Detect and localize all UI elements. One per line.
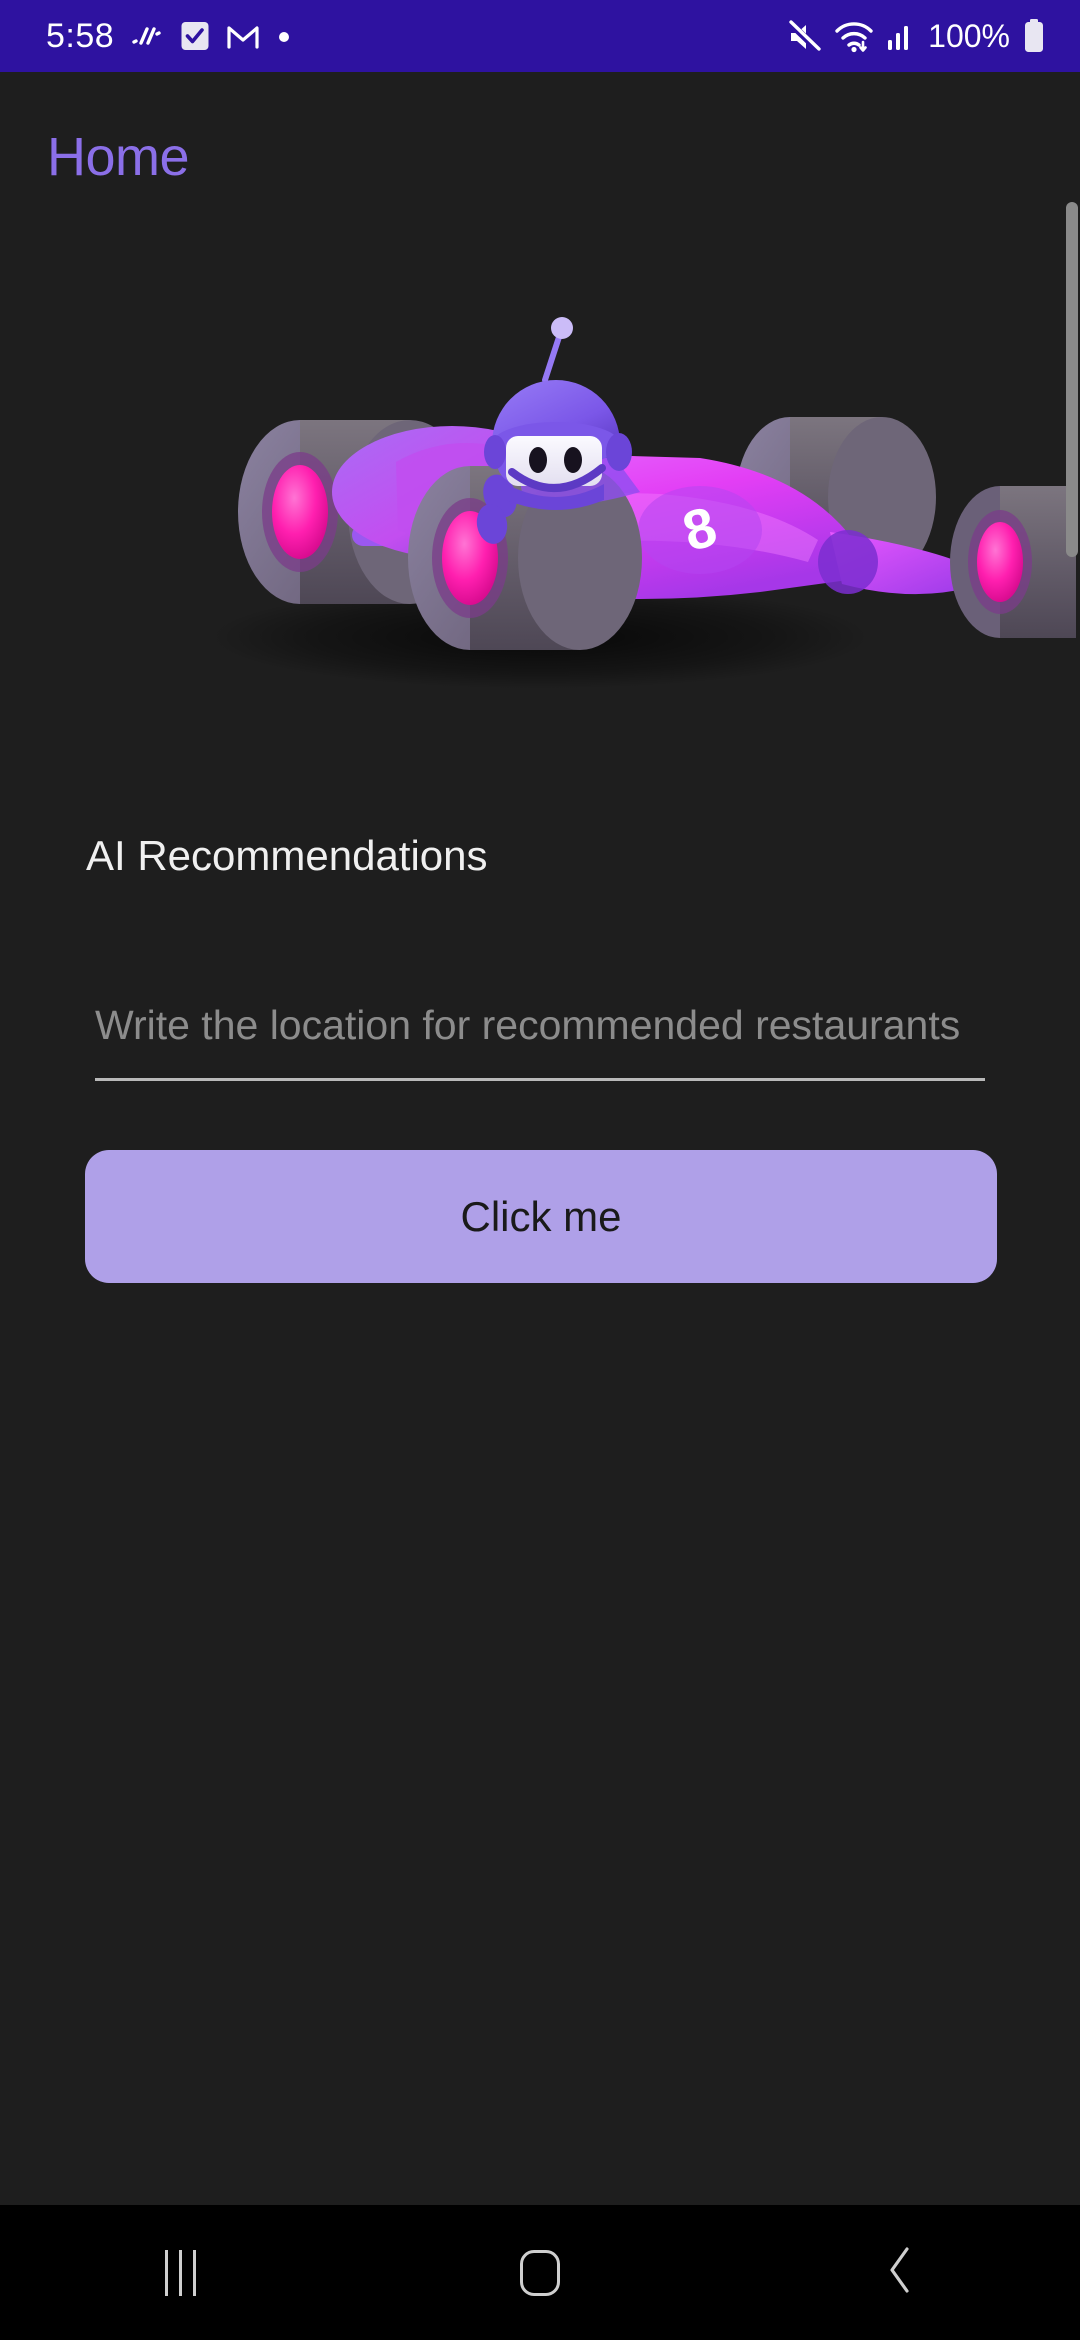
wheel-front-right [950,486,1076,638]
home-button[interactable] [360,2205,720,2340]
battery-icon [1022,18,1046,54]
back-button[interactable] [720,2205,1080,2340]
home-icon [520,2249,560,2296]
status-bar-left: 5:58 [46,19,292,53]
back-chevron-icon [883,2245,917,2300]
page-title: Home [47,127,190,187]
dot-icon [276,28,292,44]
location-input-wrapper [95,992,995,1080]
car-number-roundel: 8 [638,486,762,574]
android-navigation-bar [0,2205,1080,2340]
mute-icon [786,19,822,53]
recents-icon [164,2249,196,2296]
recents-button[interactable] [0,2205,360,2340]
wifi-icon [834,19,874,53]
scrollbar-track[interactable] [1066,72,1080,2205]
status-bar: 5:58 100% [0,0,1080,72]
scrollbar-thumb[interactable] [1066,202,1078,557]
race-car-hero-image: 8 [0,262,1080,692]
status-clock: 5:58 [46,17,115,55]
activity-icon [130,21,164,51]
input-underline [95,1078,985,1081]
signal-icon [886,20,914,52]
checkbox-icon [180,20,210,52]
click-me-button[interactable]: Click me [85,1150,997,1283]
gmail-icon [226,21,260,51]
section-label-ai-recommendations: AI Recommendations [86,832,488,879]
battery-percent: 100% [928,18,1010,54]
app-content: Home 8 AI Recommendations Write the loca… [0,72,1080,2205]
location-input[interactable] [95,992,995,1058]
status-bar-right: 100% [786,18,1046,54]
